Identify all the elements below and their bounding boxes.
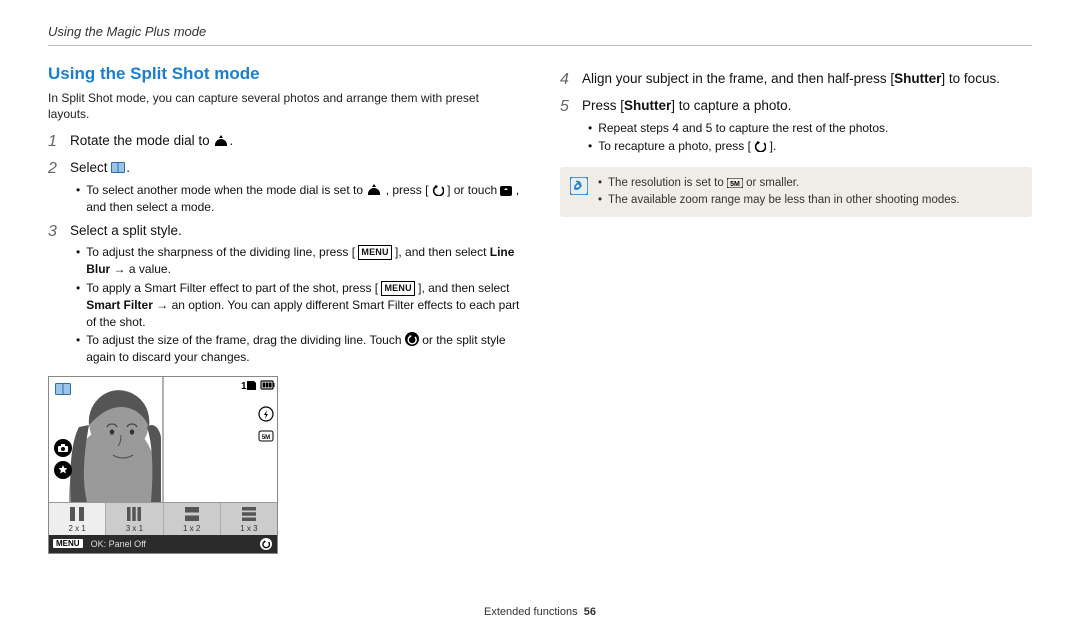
step-number: 4	[560, 70, 574, 91]
menu-icon: MENU	[358, 245, 391, 260]
note-box: • The resolution is set to or smaller. •…	[560, 167, 1032, 216]
svg-text:5M: 5M	[262, 435, 270, 441]
sd-card-icon	[247, 381, 256, 390]
res-5m-icon	[727, 178, 743, 188]
section-title: Using the Split Shot mode	[48, 64, 520, 84]
camera-screen-illustration: 1	[48, 376, 278, 554]
split-shot-icon	[111, 162, 126, 174]
shot-count: 1	[241, 381, 247, 392]
step-1: 1 Rotate the mode dial to .	[48, 132, 520, 153]
intro-text: In Split Shot mode, you can capture seve…	[48, 90, 520, 122]
bullet-icon: •	[76, 332, 80, 366]
camera-icon	[54, 439, 72, 457]
page-header: Using the Magic Plus mode	[48, 24, 1032, 46]
step-1-text: Rotate the mode dial to	[70, 133, 213, 148]
mode-dial-icon	[213, 133, 229, 147]
mode-dial-icon	[366, 182, 382, 196]
ok-panel-off-label: OK: Panel Off	[91, 539, 259, 549]
step-4: 4 Align your subject in the frame, and t…	[560, 70, 1032, 91]
bullet-icon: •	[598, 192, 602, 209]
screen-bottom-bar: MENU OK: Panel Off	[49, 535, 277, 553]
step-3: 3 Select a split style.	[48, 222, 520, 243]
step-5: 5 Press [Shutter] to capture a photo.	[560, 97, 1032, 118]
mode-button-icon	[500, 186, 512, 196]
note-icon	[570, 177, 588, 195]
step-3-text: Select a split style.	[70, 222, 182, 243]
bullet-icon: •	[76, 280, 80, 330]
split-style-option[interactable]: 3 x 1	[106, 503, 163, 535]
step-5-sub: • Repeat steps 4 and 5 to capture the re…	[560, 120, 1032, 156]
split-style-bar: 2 x 1 3 x 1 1 x 2 1 x 3	[49, 502, 277, 535]
split-style-option[interactable]: 1 x 2	[164, 503, 221, 535]
step-3-sub: • To adjust the sharpness of the dividin…	[48, 244, 520, 366]
bullet-icon: •	[598, 175, 602, 192]
left-column: Using the Split Shot mode In Split Shot …	[48, 64, 520, 600]
bullet-icon: •	[588, 138, 592, 155]
star-icon	[54, 461, 72, 479]
menu-icon: MENU	[381, 281, 414, 296]
footer-label: Extended functions	[484, 606, 578, 618]
split-style-option[interactable]: 1 x 3	[221, 503, 277, 535]
bullet-icon: •	[76, 244, 80, 278]
page-number: 56	[584, 606, 596, 618]
step-number: 5	[560, 97, 574, 118]
step-number: 2	[48, 159, 62, 180]
right-column: 4 Align your subject in the frame, and t…	[560, 64, 1032, 600]
bullet-icon: •	[76, 182, 80, 216]
step-number: 1	[48, 132, 62, 153]
page-footer: Extended functions 56	[48, 606, 1032, 618]
step-2-text: Select	[70, 160, 111, 175]
bullet-icon: •	[588, 120, 592, 137]
undo-icon	[405, 332, 419, 346]
step-number: 3	[48, 222, 62, 243]
split-style-option[interactable]: 2 x 1	[49, 503, 106, 535]
step-2: 2 Select .	[48, 159, 520, 180]
step-2-sub: • To select another mode when the mode d…	[48, 182, 520, 216]
return-icon	[754, 140, 766, 152]
undo-icon[interactable]	[259, 537, 273, 551]
menu-chip[interactable]: MENU	[53, 539, 83, 548]
return-icon	[432, 184, 444, 196]
